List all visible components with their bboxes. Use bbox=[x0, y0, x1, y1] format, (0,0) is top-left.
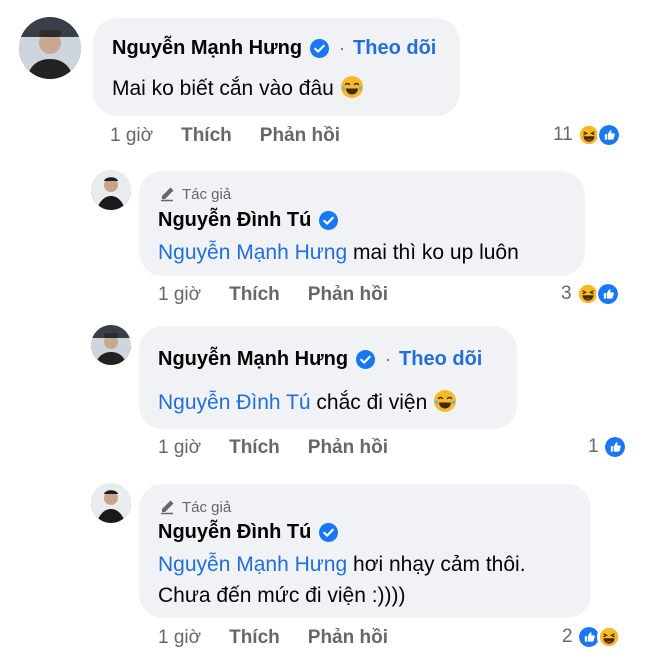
comment-time[interactable]: 1 giờ bbox=[110, 125, 153, 147]
like-button[interactable]: Thích bbox=[229, 284, 280, 306]
reply-button[interactable]: Phản hồi bbox=[308, 437, 388, 459]
author-badge: Tác giả bbox=[158, 185, 231, 203]
avatar[interactable] bbox=[91, 325, 131, 365]
follow-button[interactable]: Theo dõi bbox=[353, 37, 436, 60]
verified-badge-icon bbox=[319, 211, 338, 230]
comment-author-name[interactable]: Nguyễn Đình Tú bbox=[158, 521, 311, 544]
like-icon bbox=[595, 282, 620, 306]
like-icon bbox=[596, 123, 621, 147]
separator-dot: · bbox=[339, 38, 346, 58]
reaction-count: 3 bbox=[561, 283, 572, 304]
comment-author-name[interactable]: Nguyễn Đình Tú bbox=[158, 209, 311, 232]
reply-button[interactable]: Phản hồi bbox=[308, 627, 388, 649]
comment-text: Mai ko biết cắn vào đâu bbox=[112, 74, 364, 103]
reaction-summary[interactable]: 11 bbox=[553, 123, 621, 147]
follow-button[interactable]: Theo dõi bbox=[399, 348, 482, 371]
mention-link[interactable]: Nguyễn Đình Tú bbox=[158, 391, 311, 414]
avatar[interactable] bbox=[19, 17, 81, 79]
verified-badge-icon bbox=[319, 523, 338, 542]
comment-author-name[interactable]: Nguyễn Mạnh Hưng bbox=[158, 348, 348, 371]
pen-icon bbox=[158, 185, 176, 203]
comment-time[interactable]: 1 giờ bbox=[158, 627, 201, 649]
comment-text-line-2: Chưa đến mức đi viện :)))) bbox=[158, 584, 406, 607]
comment-author-name[interactable]: Nguyễn Mạnh Hưng bbox=[112, 37, 302, 60]
reaction-summary[interactable]: 1 bbox=[588, 435, 627, 459]
separator-dot: · bbox=[385, 349, 392, 369]
haha-icon bbox=[596, 625, 621, 649]
mention-link[interactable]: Nguyễn Mạnh Hưng bbox=[158, 553, 347, 576]
mention-link[interactable]: Nguyễn Mạnh Hưng bbox=[158, 241, 347, 264]
reaction-summary[interactable]: 3 bbox=[561, 282, 620, 306]
reply-button[interactable]: Phản hồi bbox=[308, 284, 388, 306]
author-badge: Tác giả bbox=[158, 498, 231, 516]
verified-badge-icon bbox=[356, 350, 375, 369]
reaction-count: 1 bbox=[588, 436, 599, 457]
reaction-count: 2 bbox=[562, 626, 573, 647]
comment-text: Nguyễn Mạnh Hưng hơi nhạy cảm thôi. bbox=[158, 553, 526, 576]
comment-time[interactable]: 1 giờ bbox=[158, 437, 201, 459]
comment-time[interactable]: 1 giờ bbox=[158, 284, 201, 306]
reaction-summary[interactable]: 2 bbox=[562, 625, 621, 649]
like-button[interactable]: Thích bbox=[181, 125, 232, 147]
like-icon bbox=[602, 435, 627, 459]
avatar[interactable] bbox=[91, 483, 131, 523]
reply-button[interactable]: Phản hồi bbox=[260, 125, 340, 147]
like-button[interactable]: Thích bbox=[229, 437, 280, 459]
comment-text: Nguyễn Đình Tú chắc đi viện bbox=[158, 388, 457, 417]
comment-text: Nguyễn Mạnh Hưng mai thì ko up luôn bbox=[158, 241, 519, 264]
pen-icon bbox=[158, 498, 176, 516]
laughing-tears-emoji-icon bbox=[433, 389, 457, 413]
verified-badge-icon bbox=[310, 39, 329, 58]
author-badge-label: Tác giả bbox=[182, 185, 232, 203]
laughing-tears-emoji-icon bbox=[340, 75, 364, 99]
like-button[interactable]: Thích bbox=[229, 627, 280, 649]
avatar[interactable] bbox=[91, 170, 131, 210]
reaction-count: 11 bbox=[553, 124, 573, 145]
author-badge-label: Tác giả bbox=[182, 498, 232, 516]
